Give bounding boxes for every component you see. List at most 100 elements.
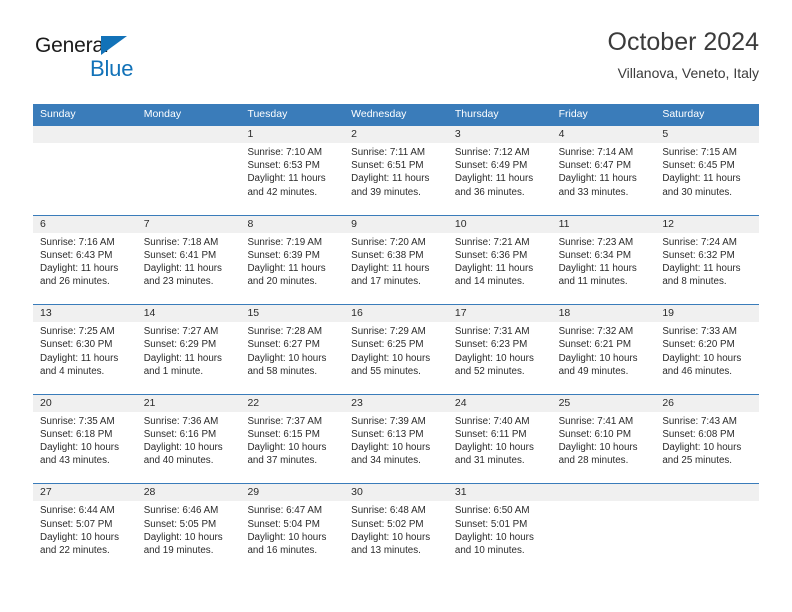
day-details: Sunrise: 7:29 AM Sunset: 6:25 PM Dayligh… bbox=[344, 322, 448, 378]
daylight-text-line2: and 17 minutes. bbox=[351, 276, 421, 288]
day-details: Sunrise: 6:46 AM Sunset: 5:05 PM Dayligh… bbox=[137, 501, 241, 557]
daylight-text-line2: and 22 minutes. bbox=[40, 544, 110, 556]
daylight-text-line2: and 33 minutes. bbox=[558, 186, 629, 198]
sunset-text: Sunset: 6:34 PM bbox=[558, 249, 632, 261]
day-details: Sunrise: 7:28 AM Sunset: 6:27 PM Dayligh… bbox=[240, 322, 344, 378]
day-details: Sunrise: 7:27 AM Sunset: 6:29 PM Dayligh… bbox=[137, 322, 241, 378]
day-cell[interactable]: 28 Sunrise: 6:46 AM Sunset: 5:05 PM Dayl… bbox=[136, 484, 241, 573]
day-cell[interactable]: 19 Sunrise: 7:33 AM Sunset: 6:20 PM Dayl… bbox=[655, 305, 760, 394]
sunset-text: Sunset: 6:36 PM bbox=[454, 249, 528, 261]
sunset-text: Sunset: 6:51 PM bbox=[351, 160, 424, 172]
page-subtitle: Villanova, Veneto, Italy bbox=[617, 65, 759, 81]
day-cell[interactable]: 16 Sunrise: 7:29 AM Sunset: 6:25 PM Dayl… bbox=[344, 305, 448, 394]
day-cell[interactable]: 30 Sunrise: 6:48 AM Sunset: 5:02 PM Dayl… bbox=[344, 484, 448, 573]
day-details: Sunrise: 7:41 AM Sunset: 6:10 PM Dayligh… bbox=[552, 412, 656, 468]
day-number bbox=[136, 126, 241, 143]
sunset-text: Sunset: 5:02 PM bbox=[351, 518, 424, 530]
sunset-text: Sunset: 6:38 PM bbox=[351, 249, 424, 261]
day-number: 25 bbox=[551, 394, 656, 412]
general-blue-logo[interactable]: General Blue bbox=[33, 34, 223, 90]
sunrise-text: Sunrise: 7:16 AM bbox=[40, 236, 115, 248]
day-cell bbox=[551, 484, 656, 573]
day-details bbox=[655, 501, 759, 504]
daylight-text-line2: and 34 minutes. bbox=[351, 455, 421, 467]
sunset-text: Sunset: 6:13 PM bbox=[351, 428, 424, 440]
daylight-text-line1: Daylight: 10 hours bbox=[558, 352, 638, 364]
daylight-text-line1: Daylight: 11 hours bbox=[143, 263, 222, 274]
day-cell bbox=[655, 484, 760, 573]
day-cell[interactable]: 20 Sunrise: 7:35 AM Sunset: 6:18 PM Dayl… bbox=[33, 394, 137, 484]
sunrise-text: Sunrise: 7:31 AM bbox=[454, 326, 530, 338]
day-cell[interactable]: 5 Sunrise: 7:15 AM Sunset: 6:45 PM Dayli… bbox=[655, 126, 760, 215]
day-cell[interactable]: 8 Sunrise: 7:19 AM Sunset: 6:39 PM Dayli… bbox=[240, 215, 345, 305]
calendar-grid: Sunday Monday Tuesday Wednesday Thursday… bbox=[33, 104, 760, 573]
day-number: 27 bbox=[33, 484, 137, 502]
day-cell[interactable]: 9 Sunrise: 7:20 AM Sunset: 6:38 PM Dayli… bbox=[344, 215, 448, 305]
daylight-text-line1: Daylight: 10 hours bbox=[351, 352, 431, 364]
day-number: 3 bbox=[447, 126, 552, 143]
sunrise-text: Sunrise: 7:24 AM bbox=[662, 236, 737, 248]
sunset-text: Sunset: 6:27 PM bbox=[247, 339, 320, 351]
sunrise-text: Sunrise: 7:14 AM bbox=[558, 147, 634, 158]
daylight-text-line1: Daylight: 10 hours bbox=[247, 531, 327, 543]
day-details: Sunrise: 7:31 AM Sunset: 6:23 PM Dayligh… bbox=[448, 322, 552, 378]
day-cell[interactable]: 24 Sunrise: 7:40 AM Sunset: 6:11 PM Dayl… bbox=[447, 394, 552, 484]
daylight-text-line2: and 52 minutes. bbox=[454, 365, 525, 377]
day-number: 12 bbox=[655, 215, 760, 233]
day-cell[interactable]: 13 Sunrise: 7:25 AM Sunset: 6:30 PM Dayl… bbox=[33, 305, 137, 394]
daylight-text-line2: and 31 minutes. bbox=[454, 455, 525, 467]
day-cell[interactable]: 3 Sunrise: 7:12 AM Sunset: 6:49 PM Dayli… bbox=[447, 126, 552, 215]
day-cell[interactable]: 7 Sunrise: 7:18 AM Sunset: 6:41 PM Dayli… bbox=[136, 215, 241, 305]
day-number: 14 bbox=[136, 305, 241, 323]
sunrise-text: Sunrise: 7:43 AM bbox=[662, 415, 737, 427]
day-details: Sunrise: 7:37 AM Sunset: 6:15 PM Dayligh… bbox=[240, 412, 344, 468]
day-cell[interactable]: 6 Sunrise: 7:16 AM Sunset: 6:43 PM Dayli… bbox=[33, 215, 137, 305]
day-number: 19 bbox=[655, 305, 760, 323]
day-cell[interactable]: 31 Sunrise: 6:50 AM Sunset: 5:01 PM Dayl… bbox=[447, 484, 552, 573]
day-details: Sunrise: 7:35 AM Sunset: 6:18 PM Dayligh… bbox=[33, 412, 137, 468]
day-cell[interactable]: 27 Sunrise: 6:44 AM Sunset: 5:07 PM Dayl… bbox=[33, 484, 137, 573]
day-number: 23 bbox=[344, 394, 448, 412]
daylight-text-line2: and 40 minutes. bbox=[143, 455, 214, 467]
day-cell[interactable]: 2 Sunrise: 7:11 AM Sunset: 6:51 PM Dayli… bbox=[344, 126, 448, 215]
day-cell[interactable]: 4 Sunrise: 7:14 AM Sunset: 6:47 PM Dayli… bbox=[551, 126, 656, 215]
sunrise-text: Sunrise: 7:39 AM bbox=[351, 415, 426, 427]
day-cell[interactable]: 22 Sunrise: 7:37 AM Sunset: 6:15 PM Dayl… bbox=[240, 394, 345, 484]
day-cell[interactable]: 26 Sunrise: 7:43 AM Sunset: 6:08 PM Dayl… bbox=[655, 394, 760, 484]
day-cell[interactable]: 18 Sunrise: 7:32 AM Sunset: 6:21 PM Dayl… bbox=[551, 305, 656, 394]
daylight-text-line1: Daylight: 11 hours bbox=[558, 263, 637, 274]
day-cell[interactable]: 23 Sunrise: 7:39 AM Sunset: 6:13 PM Dayl… bbox=[344, 394, 448, 484]
day-cell[interactable]: 15 Sunrise: 7:28 AM Sunset: 6:27 PM Dayl… bbox=[240, 305, 345, 394]
daylight-text-line2: and 49 minutes. bbox=[558, 365, 629, 377]
sunset-text: Sunset: 5:07 PM bbox=[40, 518, 113, 530]
day-number: 8 bbox=[240, 215, 345, 233]
daylight-text-line1: Daylight: 11 hours bbox=[351, 263, 430, 274]
sunrise-text: Sunrise: 6:50 AM bbox=[454, 505, 530, 517]
day-cell[interactable]: 10 Sunrise: 7:21 AM Sunset: 6:36 PM Dayl… bbox=[447, 215, 552, 305]
day-cell[interactable]: 12 Sunrise: 7:24 AM Sunset: 6:32 PM Dayl… bbox=[655, 215, 760, 305]
day-cell[interactable]: 11 Sunrise: 7:23 AM Sunset: 6:34 PM Dayl… bbox=[551, 215, 656, 305]
daylight-text-line1: Daylight: 11 hours bbox=[143, 352, 222, 364]
day-cell[interactable]: 17 Sunrise: 7:31 AM Sunset: 6:23 PM Dayl… bbox=[447, 305, 552, 394]
day-cell[interactable]: 1 Sunrise: 7:10 AM Sunset: 6:53 PM Dayli… bbox=[240, 126, 345, 215]
page-title: October 2024 bbox=[607, 28, 760, 56]
day-number: 7 bbox=[136, 215, 241, 233]
sunrise-text: Sunrise: 7:18 AM bbox=[143, 236, 219, 248]
day-cell[interactable]: 14 Sunrise: 7:27 AM Sunset: 6:29 PM Dayl… bbox=[136, 305, 241, 394]
day-cell[interactable]: 21 Sunrise: 7:36 AM Sunset: 6:16 PM Dayl… bbox=[136, 394, 241, 484]
sunrise-text: Sunrise: 7:10 AM bbox=[247, 147, 323, 158]
daylight-text-line2: and 20 minutes. bbox=[247, 276, 318, 288]
day-number: 17 bbox=[447, 305, 552, 323]
day-number: 31 bbox=[447, 484, 552, 502]
sunset-text: Sunset: 6:18 PM bbox=[40, 428, 113, 440]
day-cell[interactable]: 25 Sunrise: 7:41 AM Sunset: 6:10 PM Dayl… bbox=[551, 394, 656, 484]
day-details: Sunrise: 7:10 AM Sunset: 6:53 PM Dayligh… bbox=[240, 143, 344, 199]
day-details: Sunrise: 7:43 AM Sunset: 6:08 PM Dayligh… bbox=[655, 412, 759, 468]
daylight-text-line1: Daylight: 10 hours bbox=[351, 531, 431, 543]
day-details: Sunrise: 7:12 AM Sunset: 6:49 PM Dayligh… bbox=[448, 143, 552, 199]
day-number: 9 bbox=[344, 215, 448, 233]
daylight-text-line2: and 13 minutes. bbox=[351, 544, 421, 556]
day-cell bbox=[33, 126, 137, 215]
day-cell[interactable]: 29 Sunrise: 6:47 AM Sunset: 5:04 PM Dayl… bbox=[240, 484, 345, 573]
sunrise-text: Sunrise: 7:25 AM bbox=[40, 326, 115, 338]
